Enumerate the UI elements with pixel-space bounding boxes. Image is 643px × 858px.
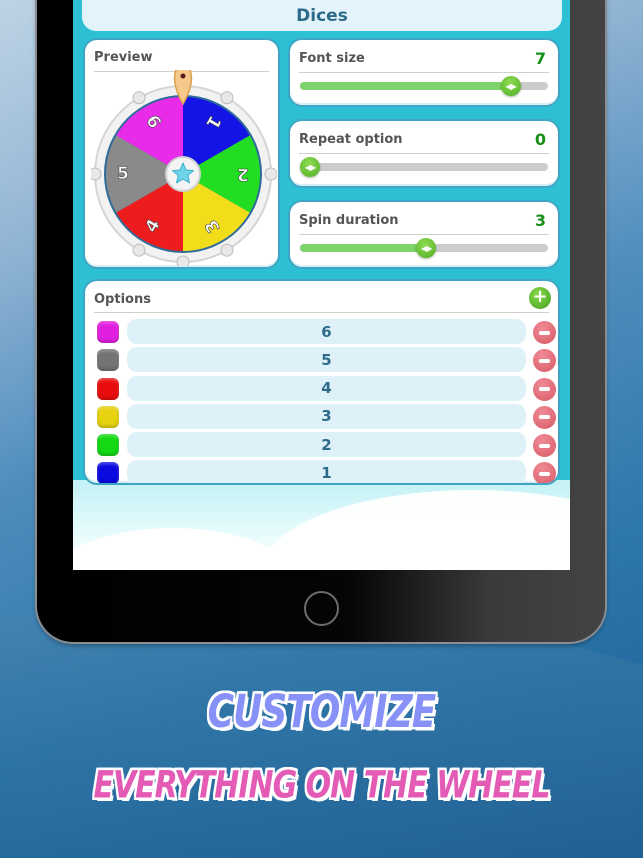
wheel-peg [220, 243, 234, 257]
option-input[interactable]: 4 [127, 375, 526, 401]
option-row: 1 [85, 460, 558, 483]
repeat-option-value: 0 [534, 130, 546, 149]
option-input[interactable]: 6 [127, 319, 526, 344]
remove-option-button[interactable] [533, 321, 556, 344]
divider [299, 72, 549, 73]
color-swatch[interactable] [97, 434, 119, 457]
option-row: 2 [85, 432, 558, 460]
wheel-peg [220, 91, 234, 105]
font-size-slider[interactable]: ◀▶ [300, 76, 548, 96]
option-row: 3 [85, 403, 558, 432]
color-swatch[interactable] [97, 405, 119, 428]
remove-option-button[interactable] [533, 349, 556, 373]
wheel-pointer-pin [180, 73, 186, 79]
option-input[interactable]: 1 [127, 460, 526, 483]
spin-duration-value: 3 [534, 211, 546, 230]
wheel-peg [91, 167, 102, 181]
minus-icon [539, 330, 550, 335]
options-label: Options [94, 292, 151, 307]
wheel-segment-label: 2 [237, 164, 249, 184]
preview-label: Preview [94, 50, 153, 65]
option-input[interactable]: 2 [127, 432, 526, 458]
minus-icon [539, 358, 550, 363]
minus-icon [539, 471, 550, 476]
spin-duration-label: Spin duration [299, 213, 399, 228]
options-card: Options + 6 5 4 3 2 1 [83, 279, 560, 485]
option-input[interactable]: 3 [127, 403, 526, 429]
add-option-button[interactable]: + [529, 287, 551, 309]
font-size-value: 7 [534, 49, 546, 68]
option-input[interactable]: 5 [127, 347, 526, 373]
minus-icon [539, 415, 550, 420]
slider-fill [300, 244, 427, 252]
remove-option-button[interactable] [533, 405, 556, 429]
minus-icon [539, 387, 550, 392]
slider-thumb[interactable]: ◀▶ [416, 238, 437, 258]
divider [299, 153, 549, 154]
color-swatch[interactable] [97, 462, 119, 483]
wheel-peg [264, 167, 277, 181]
remove-option-button[interactable] [533, 377, 556, 401]
preview-card: Preview 123456 [83, 38, 280, 269]
remove-option-button[interactable] [533, 434, 556, 458]
color-swatch[interactable] [97, 349, 119, 372]
option-row: 5 [85, 347, 558, 375]
spin-duration-card: Spin duration 3 ◀▶ [288, 200, 560, 269]
repeat-option-slider[interactable]: ◀▶ [300, 157, 548, 177]
promo-headline: Customize [207, 686, 437, 739]
repeat-option-label: Repeat option [299, 132, 403, 147]
page-title: Dices [82, 0, 562, 31]
options-list: 6 5 4 3 2 1 [85, 319, 558, 483]
color-swatch[interactable] [97, 377, 119, 400]
wheel-peg [132, 91, 146, 105]
color-swatch[interactable] [97, 321, 119, 343]
page-title-text: Dices [296, 5, 348, 26]
plus-icon: + [532, 286, 548, 307]
promo-subheadline: Everything on the wheel [93, 763, 550, 808]
slider-thumb[interactable]: ◀▶ [500, 76, 521, 96]
remove-option-button[interactable] [533, 462, 556, 483]
font-size-card: Font size 7 ◀▶ [288, 38, 560, 107]
wheel-segment-label: 5 [117, 164, 129, 184]
option-row: 6 [85, 319, 558, 347]
wheel-peg [176, 255, 190, 266]
slider-fill [300, 82, 519, 90]
option-row: 4 [85, 375, 558, 404]
wheel-peg [132, 243, 146, 257]
spin-duration-slider[interactable]: ◀▶ [300, 238, 548, 258]
font-size-label: Font size [299, 51, 365, 66]
divider [94, 312, 549, 313]
home-button[interactable] [304, 591, 339, 626]
repeat-option-card: Repeat option 0 ◀▶ [288, 119, 560, 188]
minus-icon [539, 443, 550, 448]
wheel-preview[interactable]: 123456 [91, 70, 277, 266]
slider-thumb[interactable]: ◀▶ [300, 157, 320, 177]
divider [299, 234, 549, 235]
